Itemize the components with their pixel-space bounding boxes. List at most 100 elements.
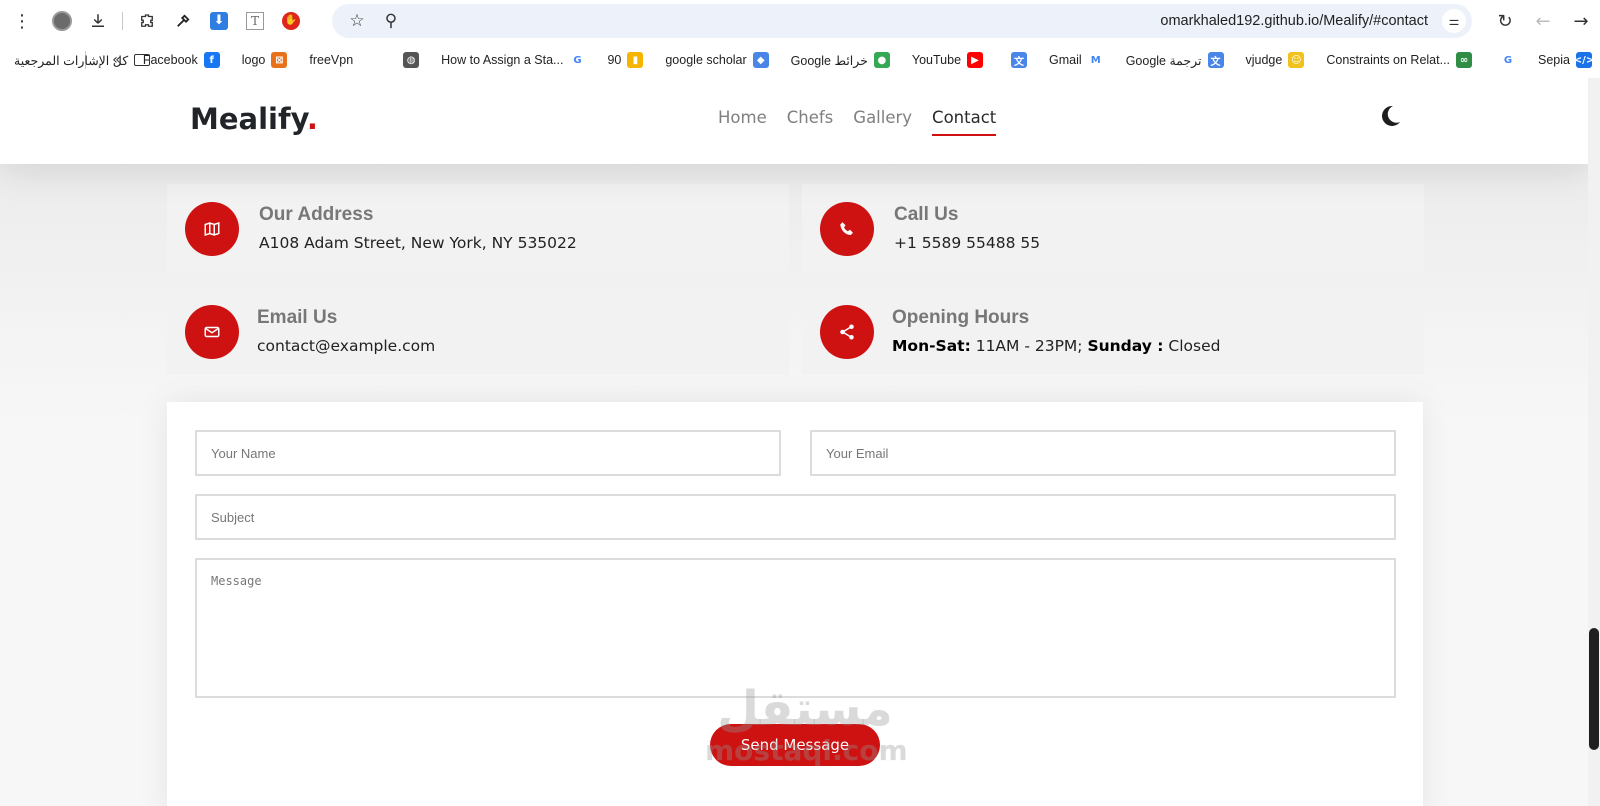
browser-toolbar: ⋮ ⬇ T ✋ ☆ ⚲ omarkhaled192.github.io/Meal… [0, 0, 1600, 42]
bookmark-item[interactable]: 90 ▮ [607, 52, 644, 68]
address-bar[interactable]: ☆ ⚲ omarkhaled192.github.io/Mealify/#con… [332, 4, 1472, 38]
bookmark-favicon-icon: ▮ [627, 52, 644, 68]
address-card: Our Address A108 Adam Street, New York, … [167, 184, 789, 272]
bookmark-label: logo [241, 53, 266, 67]
bookmark-item[interactable]: Google ترجمة 文 [1126, 52, 1224, 68]
bookmark-favicon-icon: ⊠ [271, 52, 288, 68]
envelope-icon [185, 305, 239, 359]
bookmark-favicon-icon: ● [873, 52, 890, 68]
bookmark-label: YouTube [911, 53, 962, 67]
bookmark-item[interactable]: Sepia </> [1538, 52, 1594, 68]
eyedropper-icon[interactable] [165, 0, 201, 42]
email-card: Email Us contact@example.com [167, 287, 789, 375]
bookmark-item[interactable]: Google خرائط ● [791, 52, 890, 68]
bookmark-item[interactable]: ◍ [397, 52, 420, 68]
bookmark-favicon-icon: G [1500, 52, 1517, 68]
hours-label-sunday: Sunday : [1087, 337, 1164, 355]
back-icon[interactable]: ← [1524, 0, 1562, 42]
email-input[interactable]: Your Email [810, 430, 1396, 476]
email-title: Email Us [257, 307, 338, 328]
bookmark-item[interactable]: vjudge ☺ [1246, 52, 1305, 68]
bookmark-item[interactable]: Facebook f [143, 52, 220, 68]
bookmark-item[interactable]: 文 [1005, 52, 1028, 68]
site-logo[interactable]: Mealify. [190, 102, 318, 136]
bookmark-item[interactable]: G [1494, 52, 1517, 68]
name-input[interactable]: Your Name [195, 430, 781, 476]
folder-icon [134, 54, 151, 66]
hours-value-weekdays: 11AM - 23PM; [970, 337, 1088, 355]
main-nav: Home Chefs Gallery Contact [718, 108, 997, 136]
adblock-icon[interactable]: ✋ [273, 0, 309, 42]
bookmark-favicon-icon: ☺ [1288, 52, 1305, 68]
bookmark-item[interactable]: logo ⊠ [242, 52, 288, 68]
download-manager-icon[interactable]: ⬇ [201, 0, 237, 42]
subject-input[interactable]: Subject [195, 494, 1396, 540]
bookmark-item[interactable]: freeVpn [309, 52, 376, 68]
all-bookmarks-label: كل الإشارات المرجعية [14, 53, 129, 68]
brand-name: Mealify [190, 102, 307, 136]
hours-text: Mon-Sat: 11AM - 23PM; Sunday : Closed [892, 337, 1220, 355]
nav-buttons: ↻ ← → [1486, 0, 1600, 42]
zoom-icon[interactable]: ⚲ [374, 4, 408, 38]
nav-gallery[interactable]: Gallery [853, 108, 912, 136]
nav-chefs[interactable]: Chefs [787, 108, 834, 136]
phone-icon [820, 202, 874, 256]
forward-icon[interactable]: → [1562, 0, 1600, 42]
contact-form: Your Name Your Email Subject Message Sen… [167, 402, 1423, 806]
toolbar-divider [122, 12, 123, 30]
bookmark-favicon-icon: M [1087, 52, 1104, 68]
hours-title: Opening Hours [892, 307, 1030, 328]
bookmark-label: How to Assign a Sta... [441, 53, 564, 67]
bookmark-item[interactable]: Gmail M [1049, 52, 1104, 68]
text-tool-icon[interactable]: T [237, 0, 273, 42]
bookmark-item[interactable]: google scholar ◆ [665, 52, 769, 68]
bookmark-favicon-icon: ◆ [752, 52, 769, 68]
bookmark-favicon-icon: ∞ [1456, 52, 1473, 68]
bookmark-label: Sepia [1538, 53, 1570, 67]
brand-dot: . [306, 102, 318, 136]
download-icon[interactable] [80, 0, 116, 42]
bookmark-favicon-icon: </> [1574, 52, 1594, 68]
bookmark-item[interactable]: Constraints on Relat... ∞ [1326, 52, 1473, 68]
scrollbar-thumb[interactable] [1589, 628, 1599, 750]
bookmark-label: freeVpn [309, 53, 354, 67]
bookmark-label: google scholar [665, 53, 747, 67]
toolbar-left: ⋮ ⬇ T ✋ [0, 0, 309, 42]
bookmarks-bar: Sepia </> G Constraints on Relat... ∞ vjudge ☺… [0, 42, 1600, 78]
bookmark-favicon-icon: 文 [1011, 52, 1028, 68]
bookmark-item[interactable]: YouTube ▶ [911, 52, 984, 68]
call-text: +1 5589 55488 55 [894, 234, 1041, 252]
bookmark-favicon-icon: f [203, 52, 220, 68]
call-card: Call Us +1 5589 55488 55 [802, 184, 1424, 272]
address-title: Our Address [259, 204, 374, 225]
nav-home[interactable]: Home [718, 108, 767, 136]
map-icon [185, 202, 239, 256]
bookmark-label: Facebook [142, 53, 198, 67]
bookmark-item[interactable]: How to Assign a Sta... G [441, 52, 586, 68]
extensions-icon[interactable] [129, 0, 165, 42]
menu-kebab-icon[interactable]: ⋮ [0, 0, 44, 42]
hours-card: Opening Hours Mon-Sat: 11AM - 23PM; Sund… [802, 287, 1424, 375]
bookmark-star-icon[interactable]: ☆ [340, 4, 374, 38]
all-bookmarks-button[interactable]: كل الإشارات المرجعية [14, 53, 151, 68]
send-message-button[interactable]: Send Message [710, 724, 880, 766]
bookmark-favicon-icon: ▶ [967, 52, 984, 68]
bookmark-label: Google ترجمة [1125, 53, 1202, 68]
bookmark-favicon-icon: ◍ [403, 52, 420, 68]
dark-mode-moon-icon[interactable] [1378, 104, 1402, 128]
url-text[interactable]: omarkhaled192.github.io/Mealify/#contact [1160, 4, 1428, 38]
profile-avatar-icon[interactable] [44, 0, 80, 42]
nav-contact[interactable]: Contact [932, 108, 997, 136]
bookmark-label: Google خرائط [790, 53, 868, 68]
bookmark-label: Gmail [1049, 53, 1082, 67]
reload-icon[interactable]: ↻ [1486, 0, 1524, 42]
message-textarea[interactable]: Message [195, 558, 1396, 698]
site-settings-icon[interactable]: ⚌ [1442, 9, 1466, 33]
bookmark-label: 90 [607, 53, 622, 67]
page-viewport: Mealify. Home Chefs Gallery Contact Our … [0, 78, 1588, 806]
bookmark-favicon-icon: G [569, 52, 586, 68]
bookmark-label: vjudge [1245, 53, 1283, 67]
share-icon [820, 305, 874, 359]
hours-label-weekdays: Mon-Sat: [892, 337, 971, 355]
call-title: Call Us [894, 204, 959, 225]
